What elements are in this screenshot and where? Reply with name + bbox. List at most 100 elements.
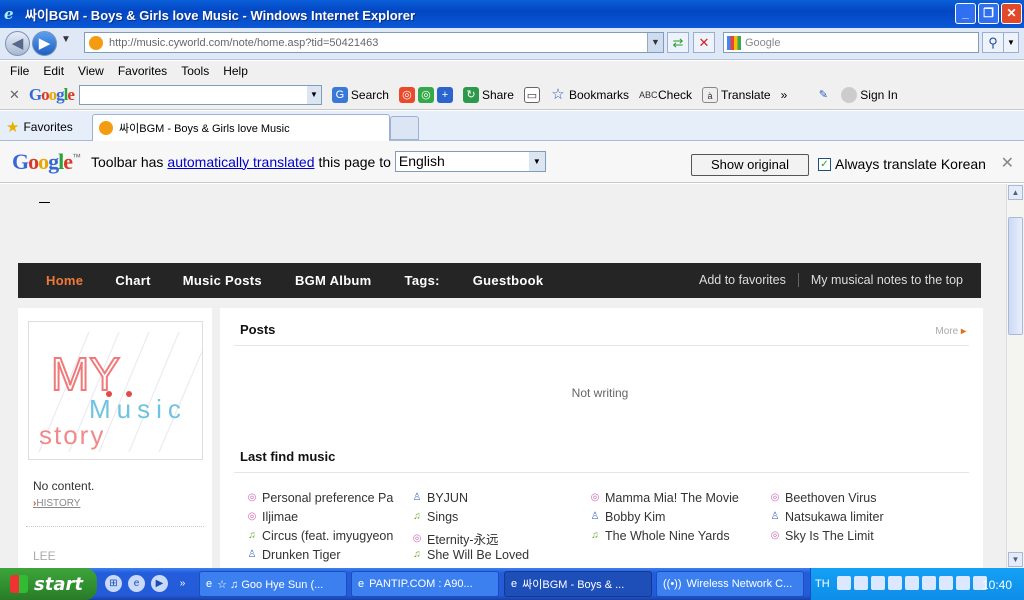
song-item[interactable]: ◎ Eternity-永远 — [412, 529, 499, 548]
menu-file[interactable]: File — [10, 64, 29, 78]
taskbar-item-goo-hye-sun[interactable]: e ☆ ♫ Goo Hye Sun (... — [199, 571, 347, 597]
scroll-up-button[interactable]: ▲ — [1008, 185, 1023, 200]
quicklaunch-explorer-icon[interactable]: ⊞ — [105, 575, 122, 592]
show-original-button[interactable]: Show original — [691, 154, 809, 176]
nav-chart[interactable]: Chart — [115, 273, 150, 288]
new-tab-button[interactable] — [390, 116, 419, 140]
vertical-scrollbar[interactable]: ▲ ▼ — [1006, 184, 1024, 568]
refresh-button[interactable]: ⇄ — [667, 32, 689, 53]
song-item[interactable]: ◎ Personal preference Pa — [247, 491, 394, 505]
close-window-button[interactable]: ✕ — [1001, 3, 1022, 24]
menu-view[interactable]: View — [78, 64, 104, 78]
scrollbar-thumb[interactable] — [1008, 217, 1023, 335]
pagerank-icon: ◎ — [398, 87, 415, 103]
song-item[interactable]: ♫ Circus (feat. imyugyeon — [247, 529, 393, 543]
taskbar-item-wireless[interactable]: ((•)) Wireless Network C... — [656, 571, 804, 597]
more-posts-link[interactable]: More ▸ — [935, 326, 966, 337]
song-item[interactable]: ◎ Mamma Mia! The Movie — [590, 491, 739, 505]
toolbar-wrench-button[interactable]: ✎ — [815, 87, 831, 103]
song-item[interactable]: ♙ Bobby Kim — [590, 510, 666, 524]
toolbar-bookmarks-button[interactable]: ☆ Bookmarks — [550, 87, 629, 103]
window-titlebar: e 싸이BGM - Boys & Girls love Music - Wind… — [0, 0, 1024, 28]
tray-icon[interactable] — [871, 576, 885, 590]
nav-guestbook[interactable]: Guestbook — [473, 273, 544, 288]
toolbar-check-button[interactable]: ABC Check — [639, 87, 692, 103]
song-item[interactable]: ♙ Drunken Tiger — [247, 548, 341, 562]
url-field[interactable]: http://music.cyworld.com/note/home.asp?t… — [84, 32, 664, 53]
input-language[interactable]: TH — [815, 578, 830, 590]
history-link[interactable]: ›HISTORY — [33, 498, 80, 509]
always-translate-checkbox[interactable]: ✓ — [818, 157, 831, 171]
quicklaunch-more-icon[interactable]: » — [174, 575, 191, 592]
song-item[interactable]: ◎ Iljimae — [247, 510, 299, 524]
song-item[interactable]: ♙ Natsukawa limiter — [770, 510, 884, 524]
window-controls: _ ❐ ✕ — [955, 3, 1022, 24]
song-item[interactable]: ♙ BYJUN — [412, 491, 468, 505]
tray-icon[interactable] — [922, 576, 936, 590]
add-to-favorites-link[interactable]: Add to favorites — [699, 273, 786, 287]
menu-tools[interactable]: Tools — [181, 64, 209, 78]
toolbar-more-button[interactable]: » — [781, 88, 788, 102]
menu-help[interactable]: Help — [223, 64, 248, 78]
search-options-icon[interactable]: ▼ — [1003, 32, 1019, 53]
window-title: 싸이BGM - Boys & Girls love Music - Window… — [25, 7, 416, 23]
forward-button[interactable]: ▶ — [32, 31, 57, 56]
browser-tab-active[interactable]: 싸이BGM - Boys & Girls love Music — [92, 114, 390, 141]
disc-icon: ◎ — [247, 492, 257, 503]
quicklaunch-media-icon[interactable]: ▶ — [151, 575, 168, 592]
google-toolbar-search-input[interactable]: ▼ — [78, 85, 322, 105]
favorites-button[interactable]: ★ Favorites — [6, 118, 73, 136]
search-history-dropdown-icon[interactable]: ▼ — [306, 86, 321, 104]
taskbar-item-cyworld[interactable]: e 싸이BGM - Boys & ... — [504, 571, 652, 597]
menu-favorites[interactable]: Favorites — [118, 64, 167, 78]
toolbar-search-button[interactable]: G Search — [331, 87, 389, 103]
toolbar-signin-button[interactable]: Sign In — [841, 87, 898, 103]
target-language-select[interactable]: English ▼ — [394, 151, 546, 172]
song-item[interactable]: ♫ The Whole Nine Yards — [590, 529, 729, 543]
tray-icon[interactable] — [956, 576, 970, 590]
nav-music-posts[interactable]: Music Posts — [183, 273, 262, 288]
song-item[interactable]: ◎ Beethoven Virus — [770, 491, 877, 505]
history-dropdown-icon[interactable]: ▼ — [61, 34, 71, 45]
nav-bgm-album[interactable]: BGM Album — [295, 273, 372, 288]
toolbar-pagerank[interactable]: ◎ ◎ + — [398, 87, 453, 103]
search-box[interactable]: Google — [723, 32, 979, 53]
song-item[interactable]: ◎ Sky Is The Limit — [770, 529, 874, 543]
quicklaunch-ie-icon[interactable]: e — [128, 575, 145, 592]
toolbar-share-button[interactable]: ↻ Share — [462, 87, 514, 103]
sidebar-divider — [26, 526, 204, 527]
tray-icon[interactable] — [888, 576, 902, 590]
always-translate-option[interactable]: ✓ Always translate Korean — [818, 156, 986, 172]
nav-tags[interactable]: Tags: — [405, 273, 440, 288]
menu-edit[interactable]: Edit — [43, 64, 64, 78]
scroll-down-button[interactable]: ▼ — [1008, 552, 1023, 567]
disc-icon: ◎ — [412, 532, 422, 544]
notes-to-top-link[interactable]: My musical notes to the top — [811, 273, 963, 287]
artwork-text-story: story — [39, 420, 105, 450]
tray-icon[interactable] — [854, 576, 868, 590]
minimize-button[interactable]: _ — [955, 3, 976, 24]
toolbar-translate-button[interactable]: à Translate — [702, 87, 771, 103]
tray-icon[interactable] — [939, 576, 953, 590]
nav-home[interactable]: Home — [46, 273, 83, 288]
start-button[interactable]: start — [0, 568, 97, 600]
url-dropdown-icon[interactable]: ▼ — [647, 33, 663, 52]
close-toolbar-icon[interactable]: ✕ — [9, 87, 20, 103]
taskbar-item-pantip[interactable]: e PANTIP.COM : A90... — [351, 571, 499, 597]
song-title: BYJUN — [427, 491, 468, 505]
tray-icon[interactable] — [905, 576, 919, 590]
wrench-icon: ✎ — [818, 89, 828, 101]
close-translate-bar-icon[interactable]: ✕ — [1001, 153, 1014, 173]
auto-translated-link[interactable]: automatically translated — [167, 154, 314, 170]
back-button[interactable]: ◀ — [5, 31, 30, 56]
stop-button[interactable]: ✕ — [693, 32, 715, 53]
tray-icon[interactable] — [837, 576, 851, 590]
maximize-button[interactable]: ❐ — [978, 3, 999, 24]
note-icon: ♫ — [413, 511, 421, 522]
user-icon — [841, 87, 858, 103]
profile-image[interactable]: MY Music story — [28, 321, 203, 460]
toolbar-sidebar-toggle[interactable]: ▭ — [523, 87, 540, 103]
song-item[interactable]: ♫ Sings — [412, 510, 458, 524]
search-go-button[interactable]: ⚲ — [982, 32, 1004, 53]
song-item[interactable]: ♫ She Will Be Loved — [412, 548, 529, 562]
